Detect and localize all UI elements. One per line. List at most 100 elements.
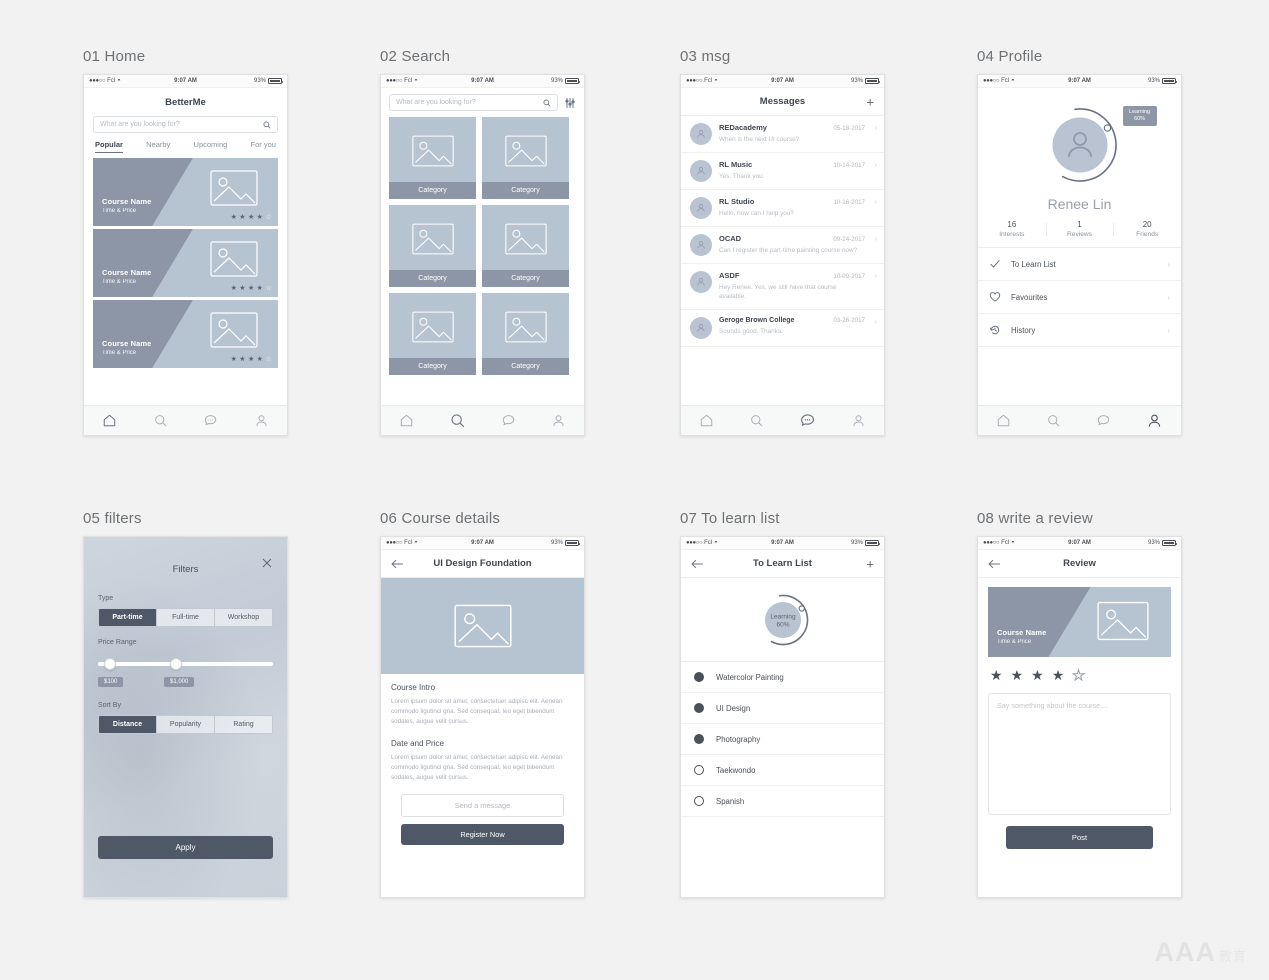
message-row[interactable]: ASDF 10-09-2017 Hey Renee. Yes, we still… bbox=[681, 264, 884, 310]
home-tab-icon[interactable] bbox=[996, 413, 1011, 428]
home-tab-icon[interactable] bbox=[399, 413, 414, 428]
status-dot-empty-icon[interactable] bbox=[694, 765, 704, 775]
home-tab-icon[interactable] bbox=[699, 413, 714, 428]
search-tab-icon[interactable] bbox=[449, 412, 466, 429]
card-text: Course Name Time & Price bbox=[997, 628, 1046, 645]
messages-tab-icon[interactable] bbox=[203, 413, 218, 428]
search-input[interactable]: What are you looking for? bbox=[389, 94, 558, 111]
menu-item-favourites[interactable]: Favourites › bbox=[978, 281, 1181, 314]
messages-tab-icon[interactable] bbox=[1096, 413, 1111, 428]
star-2[interactable]: ★ bbox=[1011, 667, 1024, 684]
profile-tab-icon[interactable] bbox=[551, 413, 566, 428]
star-3[interactable]: ★ bbox=[1031, 667, 1044, 684]
tab-for-you[interactable]: For you bbox=[251, 140, 276, 153]
rating-stars[interactable]: ★ ★ ★ ★ ★ bbox=[990, 667, 1169, 684]
signal-dots-icon: ●●●○○ bbox=[386, 540, 403, 546]
back-arrow-icon[interactable] bbox=[691, 558, 704, 569]
profile-tab-icon[interactable] bbox=[254, 413, 269, 428]
category-tile[interactable]: Category bbox=[482, 293, 569, 375]
add-item-button[interactable]: + bbox=[866, 556, 874, 571]
status-dot-empty-icon[interactable] bbox=[694, 796, 704, 806]
phone-write-review: ●●●○○ Fcl ◓ 9:07 AM 93% Review Course Na… bbox=[977, 536, 1182, 898]
message-header: ASDF 10-09-2017 bbox=[719, 271, 865, 280]
sort-option-rating[interactable]: Rating bbox=[215, 716, 272, 733]
category-tile[interactable]: Category bbox=[389, 117, 476, 199]
to-learn-item[interactable]: UI Design bbox=[681, 693, 884, 724]
to-learn-item[interactable]: Photography bbox=[681, 724, 884, 755]
back-arrow-icon[interactable] bbox=[391, 558, 404, 569]
to-learn-item[interactable]: Taekwondo bbox=[681, 755, 884, 786]
post-button[interactable]: Post bbox=[1006, 826, 1153, 849]
review-textarea[interactable]: Say something about the course.... bbox=[988, 693, 1171, 815]
menu-item-history[interactable]: History › bbox=[978, 314, 1181, 347]
slider-knob-max[interactable] bbox=[170, 658, 182, 670]
status-right: 93% bbox=[197, 78, 284, 84]
course-card[interactable]: Course Name Time & Price ★ ★ ★ ★ ☆ bbox=[93, 158, 278, 226]
star-5[interactable]: ★ bbox=[1072, 667, 1086, 684]
search-tab-icon[interactable] bbox=[153, 413, 168, 428]
messages-tab-icon[interactable] bbox=[501, 413, 516, 428]
message-row[interactable]: RL Music 10-14-2017 Yes. Thank you. › bbox=[681, 153, 884, 190]
to-learn-item[interactable]: Watercolor Painting bbox=[681, 662, 884, 693]
screen-home: 01 Home ●●●○○ Fcl ◓ 9:07 AM 93% BetterMe bbox=[83, 48, 288, 436]
tab-upcoming[interactable]: Upcoming bbox=[194, 140, 228, 153]
message-preview: When is the next UI course? bbox=[719, 136, 800, 143]
category-tile[interactable]: Category bbox=[482, 117, 569, 199]
tab-nearby[interactable]: Nearby bbox=[146, 140, 170, 153]
home-tab-icon[interactable] bbox=[102, 413, 117, 428]
category-tile[interactable]: Category bbox=[389, 293, 476, 375]
price-range-slider[interactable] bbox=[98, 658, 273, 670]
course-card[interactable]: Course Name Time & Price ★ ★ ★ ★ ☆ bbox=[93, 300, 278, 368]
type-option-part-time[interactable]: Part-time bbox=[99, 609, 157, 626]
card-rating: ★ ★ ★ ★ ☆ bbox=[230, 356, 272, 363]
search-tab-icon[interactable] bbox=[1046, 413, 1061, 428]
category-label: Category bbox=[389, 182, 476, 199]
message-row[interactable]: Geroge Brown College 03-26-2017 Sounds g… bbox=[681, 310, 884, 347]
message-row[interactable]: RL Studio 10-16-2017 Hello, how can I he… bbox=[681, 190, 884, 227]
search-input[interactable]: What are you looking for? bbox=[93, 116, 278, 133]
star-1[interactable]: ★ bbox=[990, 667, 1003, 684]
apply-button[interactable]: Apply bbox=[98, 836, 273, 859]
date-price-heading: Date and Price bbox=[391, 738, 444, 748]
review-body: Course Name Time & Price ★ ★ ★ ★ ★ Say s… bbox=[978, 578, 1181, 858]
profile-tab-icon[interactable] bbox=[1146, 412, 1163, 429]
add-conversation-button[interactable]: + bbox=[866, 94, 874, 109]
message-header: Geroge Brown College 03-26-2017 bbox=[719, 317, 865, 324]
to-learn-item[interactable]: Spanish bbox=[681, 786, 884, 817]
message-preview: Yes. Thank you. bbox=[719, 173, 765, 180]
screen-profile: 04 Profile ●●●○○ Fcl ◓ 9:07 AM 93% Learn… bbox=[977, 48, 1182, 436]
status-time: 9:07 AM bbox=[771, 78, 794, 84]
search-tab-icon[interactable] bbox=[749, 413, 764, 428]
sliders-icon[interactable] bbox=[564, 97, 576, 109]
category-tile[interactable]: Category bbox=[389, 205, 476, 287]
messages-tab-icon[interactable] bbox=[799, 412, 816, 429]
message-row[interactable]: REDacademy 05-18-2017 When is the next U… bbox=[681, 116, 884, 153]
type-option-full-time[interactable]: Full-time bbox=[157, 609, 215, 626]
wifi-icon: ◓ bbox=[1011, 540, 1015, 546]
sort-option-popularity[interactable]: Popularity bbox=[157, 716, 215, 733]
message-preview: Sounds good. Thanks. bbox=[719, 327, 783, 335]
carrier-label: Fcl bbox=[1001, 540, 1010, 546]
message-row[interactable]: OCAD 09-24-2017 Can I register the part-… bbox=[681, 227, 884, 264]
menu-item-to-learn-list[interactable]: To Learn List › bbox=[978, 248, 1181, 281]
status-dot-filled-icon[interactable] bbox=[694, 703, 704, 713]
image-placeholder-icon bbox=[210, 241, 258, 277]
send-message-button[interactable]: Send a message bbox=[401, 794, 564, 818]
progress-ring-svg bbox=[1041, 107, 1118, 183]
back-arrow-icon[interactable] bbox=[988, 558, 1001, 569]
category-tile[interactable]: Category bbox=[482, 205, 569, 287]
category-label: Category bbox=[482, 270, 569, 287]
close-icon[interactable] bbox=[261, 557, 273, 569]
phone-filters: Filters Type Part-time Full-time Worksho… bbox=[83, 536, 288, 898]
sort-option-distance[interactable]: Distance bbox=[99, 716, 157, 733]
chevron-right-icon: › bbox=[1167, 325, 1170, 335]
status-dot-filled-icon[interactable] bbox=[694, 734, 704, 744]
profile-tab-icon[interactable] bbox=[851, 413, 866, 428]
status-dot-filled-icon[interactable] bbox=[694, 672, 704, 682]
star-4[interactable]: ★ bbox=[1052, 667, 1065, 684]
tab-popular[interactable]: Popular bbox=[95, 140, 123, 153]
register-now-button[interactable]: Register Now bbox=[401, 824, 564, 846]
type-option-workshop[interactable]: Workshop bbox=[215, 609, 272, 626]
course-card[interactable]: Course Name Time & Price ★ ★ ★ ★ ☆ bbox=[93, 229, 278, 297]
slider-knob-min[interactable] bbox=[104, 658, 116, 670]
